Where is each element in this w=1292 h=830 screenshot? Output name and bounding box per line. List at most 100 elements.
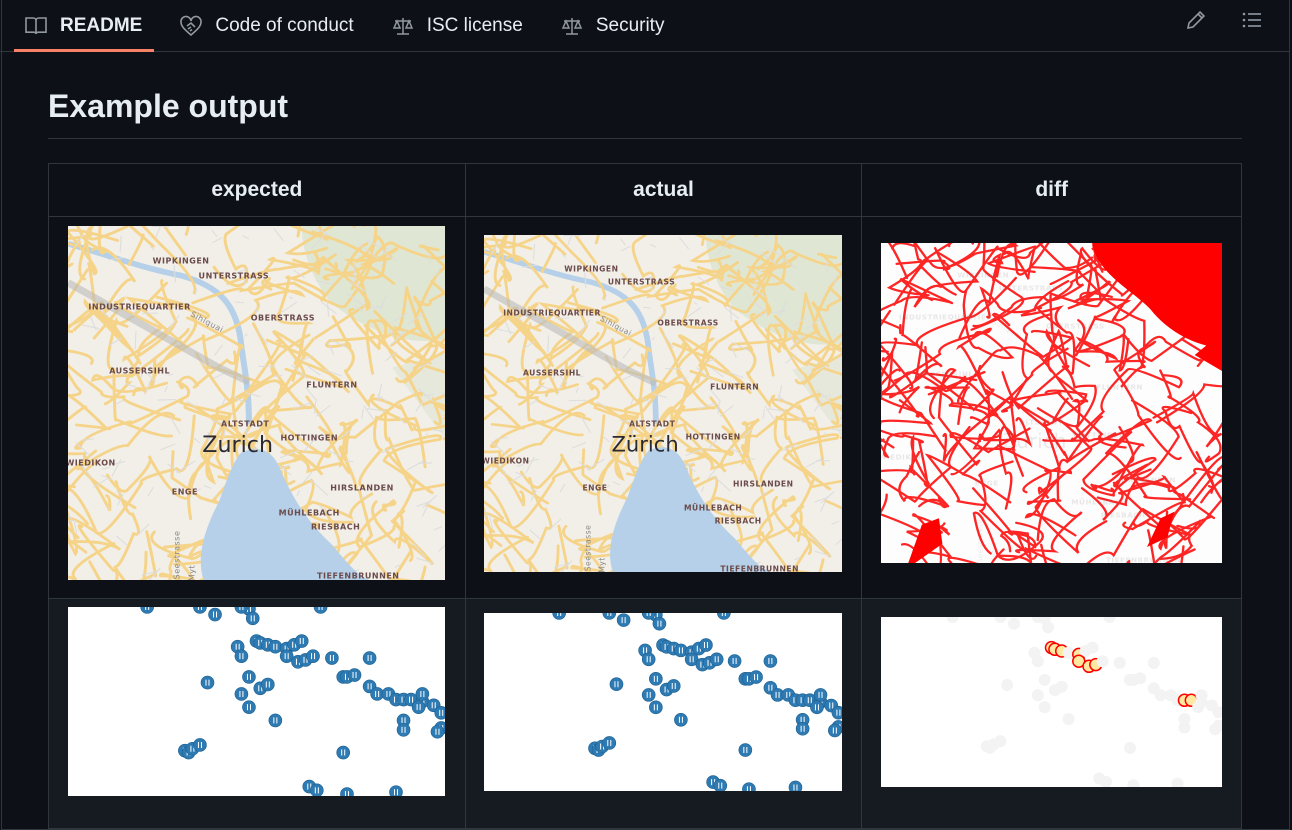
restaurant-marker-icon: [1042, 621, 1055, 634]
tab-readme[interactable]: README: [13, 0, 155, 52]
map-label: Myt: [187, 564, 197, 580]
diff-map-image: WIPKINGEN UNTERSTRASS INDUSTRIEQUARTIER Sih…: [881, 243, 1222, 563]
restaurant-marker-icon: [1055, 680, 1068, 693]
map-label: AUSSERSIHL: [109, 366, 171, 376]
restaurant-marker-icon: [609, 677, 624, 691]
restaurant-marker-icon: [268, 713, 283, 728]
map-label: ALTSTADT: [220, 419, 270, 429]
restaurant-marker-icon: [1038, 701, 1051, 714]
restaurant-marker-icon: [245, 611, 260, 626]
restaurant-marker-icon: [411, 700, 426, 714]
map-label: HIRSLANDEN: [732, 479, 794, 489]
restaurant-marker-icon: [994, 735, 1007, 748]
map-city-label: Zurich: [202, 432, 273, 459]
restaurant-marker-icon: [434, 706, 445, 720]
restaurant-marker-icon: [602, 613, 617, 620]
restaurant-marker-icon: [396, 723, 411, 737]
map-label: INDUSTRIEQUARTIER: [503, 308, 601, 317]
restaurant-marker-icon: [268, 639, 283, 654]
readme-tabs: README Code of conduct ISC license Secur…: [0, 0, 1290, 52]
map-label: ALTSTADT: [1019, 417, 1064, 427]
map-label: MÜHLEBACH: [278, 508, 340, 518]
map-label: UNTERSTRASS: [998, 283, 1064, 293]
map-label: Myt: [989, 549, 999, 563]
tab-security[interactable]: Security: [560, 0, 664, 52]
map-label: HOTTINGEN: [685, 432, 741, 442]
restaurant-marker-icon: [709, 652, 724, 667]
map-label: FLUNTERN: [1096, 382, 1144, 392]
tab-label: Code of conduct: [215, 14, 354, 36]
restaurant-marker-icon: [699, 638, 713, 652]
map-label: WIPKINGEN: [152, 256, 210, 266]
map-label: RIESBACH: [714, 516, 762, 526]
restaurant-marker-icon: [347, 668, 362, 682]
restaurant-marker-icon: [813, 688, 828, 702]
restaurant-marker-icon: [946, 617, 959, 623]
restaurant-marker-icon: [649, 672, 663, 686]
map-label: ENGE: [582, 483, 608, 493]
map-label: WIEDIKON: [68, 458, 116, 468]
restaurant-marker-icon: [261, 677, 275, 692]
diff-markers-image: [881, 617, 1222, 787]
tab-label: ISC license: [426, 14, 523, 36]
outline-button[interactable]: [1238, 6, 1266, 34]
map-label: ENGE: [171, 487, 198, 496]
column-header-actual: actual: [464, 163, 863, 217]
map-label: TIEFENBRUNNEN: [720, 564, 799, 572]
map-label: ENGE: [974, 478, 999, 488]
heart-handshake-icon: [180, 15, 203, 36]
restaurant-marker-icon: [1123, 741, 1136, 754]
restaurant-marker-icon: [1038, 673, 1051, 686]
map-label: MÜHLEBACH: [683, 503, 743, 513]
column-header-expected: expected: [48, 163, 466, 217]
restaurant-marker-icon: [310, 783, 324, 796]
tab-code-of-conduct[interactable]: Code of conduct: [179, 0, 354, 52]
restaurant-marker-icon: [1001, 679, 1014, 691]
restaurant-marker-icon: [1096, 655, 1109, 668]
map-label: OBERSTRASS: [657, 318, 719, 328]
map-label: RIESBACH: [311, 522, 361, 532]
edit-button[interactable]: [1182, 6, 1210, 34]
map-label: FLUNTERN: [306, 380, 358, 390]
restaurant-marker-icon: [1195, 689, 1208, 702]
restaurant-marker-icon: [336, 745, 351, 760]
restaurant-marker-icon: [389, 785, 403, 796]
restaurant-marker-icon: [788, 780, 803, 791]
restaurant-marker-icon: [727, 654, 742, 668]
expected-markers-image: [68, 607, 445, 796]
map-label: TIEFENBRUNNEN: [317, 571, 400, 580]
restaurant-marker-icon: [1127, 779, 1140, 787]
restaurant-marker-icon: [552, 613, 566, 620]
map-label: OBERSTRASS: [1046, 321, 1105, 331]
tab-label: README: [60, 14, 143, 36]
map-label: Seestrasse: [583, 525, 593, 572]
map-label: RIESBACH: [1100, 510, 1146, 520]
map-label: INDUSTRIEQUARTIER: [899, 312, 993, 322]
restaurant-marker-icon: [1192, 701, 1205, 714]
restaurant-marker-icon: [652, 616, 667, 631]
map-label: WIPKINGEN: [957, 270, 1010, 280]
restaurant-marker-icon: [749, 670, 763, 684]
restaurant-marker-icon: [742, 782, 756, 791]
heading-divider: [48, 138, 1242, 139]
map-label: AUSSERSIHL: [522, 368, 582, 378]
column-header-diff: diff: [861, 163, 1242, 217]
expected-map-image: WIPKINGEN UNTERSTRASS INDUSTRIEQUARTIER Sih…: [68, 226, 445, 580]
actual-markers-image: [484, 613, 842, 791]
restaurant-marker-icon: [828, 723, 842, 738]
map-label: HIRSLANDEN: [1118, 475, 1176, 485]
restaurant-marker-icon: [713, 778, 728, 791]
restaurant-marker-icon: [1007, 617, 1020, 630]
page-heading: Example output: [48, 88, 289, 124]
restaurant-marker-icon: [1086, 641, 1099, 654]
restaurant-marker-icon: [242, 670, 256, 684]
map-label: Seestrasse: [975, 518, 985, 563]
map-label: UNTERSTRASS: [198, 271, 270, 281]
restaurant-marker-icon: [1147, 656, 1160, 669]
map-label: WIEDIKON: [484, 456, 530, 466]
tab-isc-license[interactable]: ISC license: [391, 0, 523, 52]
restaurant-markers: [552, 613, 842, 791]
restaurant-marker-icon: [306, 649, 320, 663]
restaurant-marker-icon: [641, 688, 656, 702]
map-label: ALTSTADT: [629, 419, 676, 429]
